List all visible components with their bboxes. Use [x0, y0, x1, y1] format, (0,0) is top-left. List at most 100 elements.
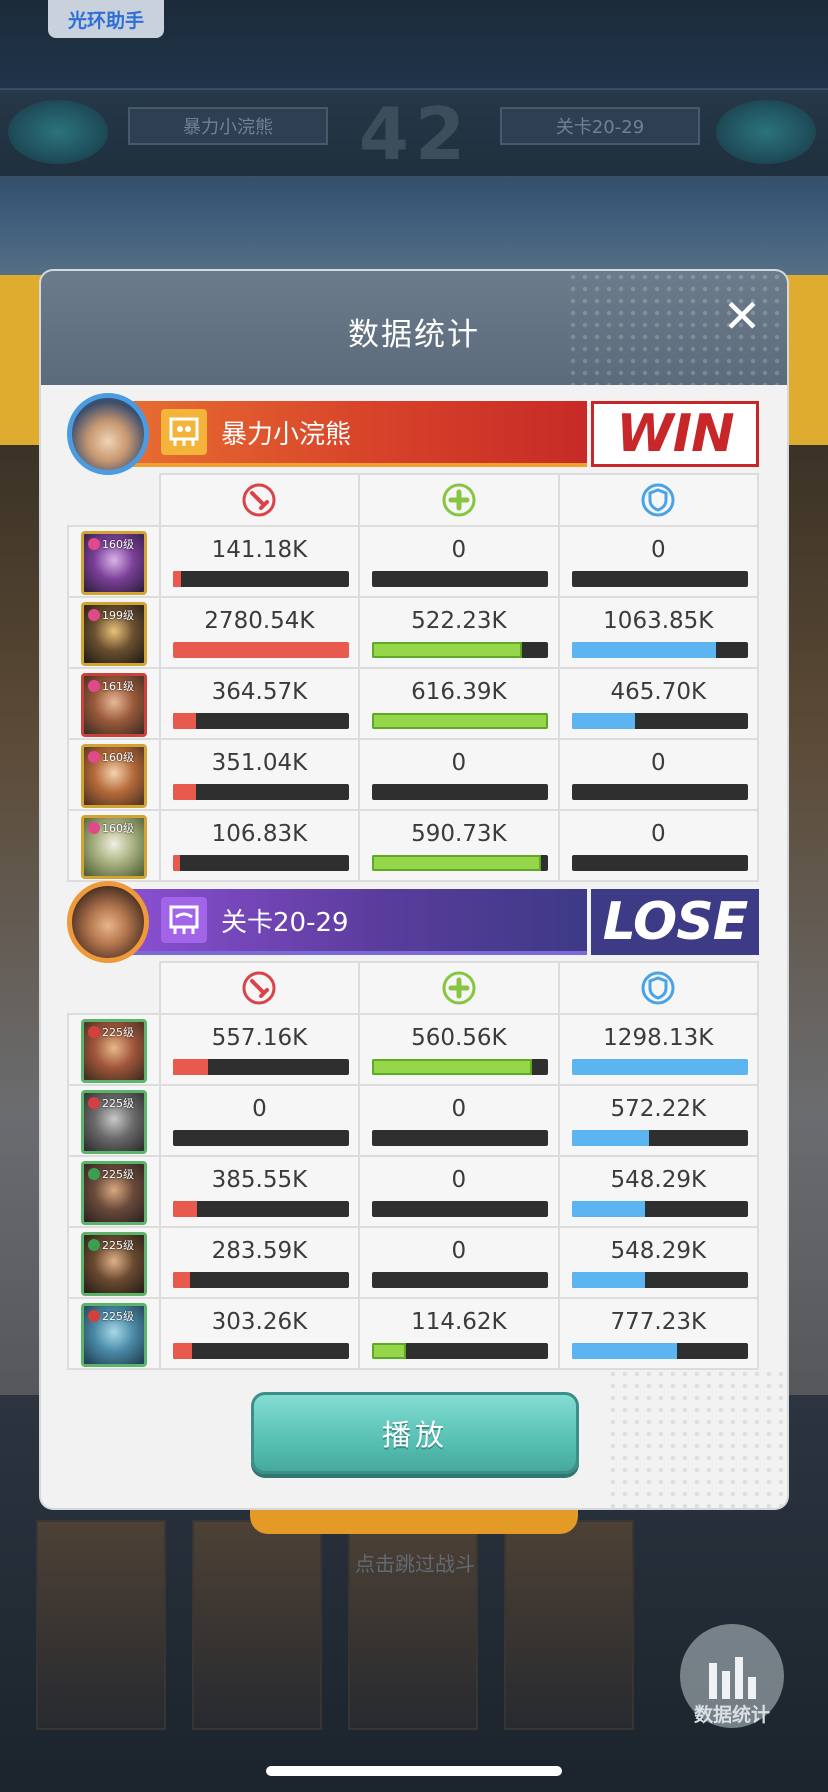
hero-level-badge: 225级: [88, 1308, 134, 1324]
damage-value: 106.83K: [211, 821, 308, 847]
hero-stats-row: 225级 385.55K 0 548.29K: [67, 1155, 760, 1228]
hero-portrait[interactable]: 160级: [81, 531, 147, 595]
stat-cell: 0: [557, 738, 760, 811]
rank-gem-icon: [88, 1168, 100, 1180]
hero-level: 225级: [102, 1239, 134, 1252]
bottom-dot-pattern: [607, 1368, 787, 1508]
hero-portrait[interactable]: 225级: [81, 1090, 147, 1154]
stat-cell: 465.70K: [557, 667, 760, 740]
heal-bar-track: [372, 784, 549, 800]
shield-bar-track: [571, 713, 748, 729]
damage-value: 364.57K: [211, 679, 308, 705]
hero-stats-row: 160级 141.18K 0 0: [67, 525, 760, 598]
damage-bar-track: [172, 1201, 349, 1217]
hero-portrait[interactable]: 225级: [81, 1019, 147, 1083]
stat-cell: 0: [358, 1226, 560, 1299]
damage-value: 303.26K: [211, 1309, 308, 1335]
hero-stats-row: 225级 0 0 572.22K: [67, 1084, 760, 1157]
hero-portrait[interactable]: 160级: [81, 815, 147, 879]
heal-value: 114.62K: [411, 1309, 507, 1335]
helper-badge[interactable]: 光环助手: [48, 0, 164, 38]
hero-portrait[interactable]: 225级: [81, 1161, 147, 1225]
heal-value: 522.23K: [411, 608, 507, 634]
damage-value: 351.04K: [211, 750, 308, 776]
hero-cell: 225级: [67, 1084, 161, 1157]
hero-portrait[interactable]: 161级: [81, 673, 147, 737]
column-header-row: [68, 961, 760, 1015]
stat-cell: 0: [358, 1084, 560, 1157]
rank-gem-icon: [88, 1310, 100, 1322]
hero-portrait[interactable]: 160级: [81, 744, 147, 808]
hero-level-badge: 160级: [88, 749, 134, 765]
hero-stats-row: 225级 557.16K 560.56K 1298.13K: [67, 1013, 760, 1086]
right-medal-icon: [716, 100, 816, 164]
rank-gem-icon: [88, 1239, 100, 1251]
rank-gem-icon: [88, 609, 100, 621]
damage-value: 2780.54K: [204, 608, 315, 634]
shield-value: 777.23K: [610, 1309, 707, 1335]
rank-gem-icon: [88, 1026, 100, 1038]
damage-bar-fill: [172, 713, 196, 729]
damage-value: 141.18K: [211, 537, 308, 563]
stat-cell: 0: [158, 1084, 361, 1157]
stat-cell: 572.22K: [557, 1084, 760, 1157]
damage-column-header: [158, 961, 361, 1015]
stat-cell: 0: [358, 525, 560, 598]
damage-bar-fill: [172, 1201, 198, 1217]
damage-bar-track: [172, 1059, 349, 1075]
heal-value: 0: [451, 750, 467, 776]
hero-level-badge: 160级: [88, 536, 134, 552]
stats-dialog: 数据统计 ✕ 暴力小浣熊 WIN 160级 141.18K 0 0 199级 2780.5…: [41, 271, 787, 1508]
heal-bar-track: [372, 642, 549, 658]
close-button[interactable]: ✕: [717, 291, 767, 341]
heal-value: 590.73K: [411, 821, 507, 847]
rank-gem-icon: [88, 751, 100, 763]
hero-cell: 161级: [67, 667, 161, 740]
hero-portrait[interactable]: 225级: [81, 1232, 147, 1296]
heal-bar-track: [372, 1130, 549, 1146]
close-icon: ✕: [722, 289, 762, 343]
team-name-bar: 暴力小浣熊: [129, 401, 587, 467]
team-avatar: [67, 393, 149, 475]
background-skip-tip: 点击跳过战斗: [355, 1552, 475, 1576]
stat-cell: 351.04K: [158, 738, 361, 811]
hero-level-badge: 199级: [88, 607, 134, 623]
rank-gem-icon: [88, 538, 100, 550]
damage-bar-fill: [172, 1272, 191, 1288]
stat-cell: 548.29K: [557, 1155, 760, 1228]
background-left-name: 暴力小浣熊: [128, 107, 328, 145]
play-button[interactable]: 播放: [251, 1392, 579, 1474]
hero-stats-row: 199级 2780.54K 522.23K 1063.85K: [67, 596, 760, 669]
hero-level: 160级: [102, 751, 134, 764]
heal-bar-track: [372, 855, 549, 871]
stat-cell: 106.83K: [158, 809, 361, 882]
shield-value: 0: [650, 821, 666, 847]
hero-portrait[interactable]: 225级: [81, 1303, 147, 1367]
shield-bar-fill: [571, 1201, 646, 1217]
stat-cell: 590.73K: [358, 809, 560, 882]
home-indicator[interactable]: [266, 1766, 562, 1776]
hero-level-badge: 225级: [88, 1095, 134, 1111]
left-medal-icon: [8, 100, 108, 164]
damage-bar-track: [172, 1272, 349, 1288]
sword-icon: [241, 970, 277, 1006]
stat-cell: 114.62K: [358, 1297, 560, 1370]
damage-bar-track: [172, 713, 349, 729]
damage-column-header: [158, 473, 361, 527]
rank-gem-icon: [88, 1097, 100, 1109]
shield-bar-fill: [571, 1130, 649, 1146]
hero-portrait[interactable]: 199级: [81, 602, 147, 666]
shield-icon: [640, 970, 676, 1006]
background-score: 42: [358, 92, 472, 176]
banner-flag-icon: [161, 897, 207, 943]
stat-cell: 0: [358, 738, 560, 811]
background-hero-card: [36, 1520, 166, 1730]
stat-cell: 777.23K: [557, 1297, 760, 1370]
hero-level: 225级: [102, 1168, 134, 1181]
damage-bar-fill: [172, 784, 196, 800]
heal-bar-fill: [372, 1059, 533, 1075]
shield-value: 572.22K: [610, 1096, 707, 1122]
hero-level-badge: 225级: [88, 1237, 134, 1253]
stat-cell: 548.29K: [557, 1226, 760, 1299]
shield-bar-track: [571, 1272, 748, 1288]
